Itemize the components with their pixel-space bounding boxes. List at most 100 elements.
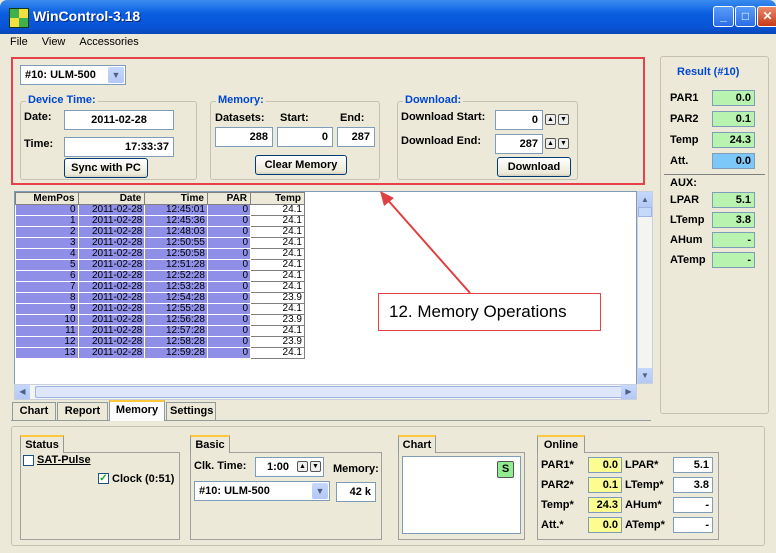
table-row[interactable]: 4 2011-02-28 12:50:58 0 24.1 <box>15 248 305 260</box>
horizontal-scroll-thumb[interactable] <box>35 386 635 398</box>
app-logo-icon <box>9 8 29 28</box>
memory-start-field[interactable]: 0 <box>277 127 333 147</box>
tab-report[interactable]: Report <box>57 402 108 420</box>
memory-end-field[interactable]: 287 <box>337 127 375 147</box>
table-cell: 12:50:58 <box>144 248 208 260</box>
result-value: 0.0 <box>712 153 755 169</box>
s-button[interactable]: S <box>497 461 514 478</box>
table-cell: 13 <box>15 347 79 359</box>
table-cell: 23.9 <box>250 336 305 348</box>
table-cell: 12:56:28 <box>144 314 208 326</box>
table-cell: 0 <box>207 226 252 238</box>
column-header[interactable]: MemPos <box>15 192 79 205</box>
table-row[interactable]: 11 2011-02-28 12:57:28 0 24.1 <box>15 325 305 337</box>
device-time-title: Device Time: <box>26 94 98 106</box>
result-title: Result (#10) <box>674 66 743 78</box>
table-row[interactable]: 7 2011-02-28 12:53:28 0 24.1 <box>15 281 305 293</box>
clock-checkbox[interactable]: ✓ <box>98 473 109 484</box>
time-field[interactable]: 17:33:37 <box>64 137 174 157</box>
basic-device-select[interactable]: #10: ULM-500 ▼ <box>194 481 330 501</box>
table-cell: 2011-02-28 <box>78 215 146 227</box>
table-cell: 2011-02-28 <box>78 325 146 337</box>
table-cell: 24.1 <box>250 281 305 293</box>
aux-item-label: AHum <box>670 234 703 246</box>
table-cell: 2011-02-28 <box>78 314 146 326</box>
close-button[interactable]: ✕ <box>757 6 776 27</box>
table-cell: 11 <box>15 325 79 337</box>
result-label: Att. <box>670 155 689 167</box>
online-value: - <box>673 517 713 533</box>
spin-up-icon[interactable]: ▲ <box>545 114 556 125</box>
table-cell: 0 <box>207 325 252 337</box>
spin-down-icon[interactable]: ▼ <box>558 138 569 149</box>
table-cell: 12:48:03 <box>144 226 208 238</box>
aux-item-value: - <box>712 232 755 248</box>
scroll-down-icon[interactable]: ▼ <box>638 368 652 383</box>
table-cell: 24.1 <box>250 325 305 337</box>
table-cell: 24.1 <box>250 303 305 315</box>
table-row[interactable]: 2 2011-02-28 12:48:03 0 24.1 <box>15 226 305 238</box>
table-row[interactable]: 3 2011-02-28 12:50:55 0 24.1 <box>15 237 305 249</box>
table-header-row: MemPos Date Time PAR Temp <box>15 192 305 205</box>
table-row[interactable]: 12 2011-02-28 12:58:28 0 23.9 <box>15 336 305 348</box>
column-header[interactable]: PAR <box>206 192 252 205</box>
clk-time-label: Clk. Time: <box>194 460 247 472</box>
table-cell: 3 <box>15 237 79 249</box>
menu-accessories[interactable]: Accessories <box>71 34 144 48</box>
tab-chart[interactable]: Chart <box>12 402 56 420</box>
table-cell: 12:59:28 <box>144 347 208 359</box>
tab-settings[interactable]: Settings <box>166 402 216 420</box>
spin-up-icon[interactable]: ▲ <box>297 461 308 472</box>
horizontal-scrollbar[interactable]: ◀ ▶ <box>14 384 637 400</box>
spin-down-icon[interactable]: ▼ <box>558 114 569 125</box>
download-end-field[interactable]: 287 <box>495 134 543 154</box>
spin-down-icon[interactable]: ▼ <box>310 461 321 472</box>
basic-tab[interactable]: Basic <box>190 435 230 453</box>
table-cell: 12:50:55 <box>144 237 208 249</box>
memory-label: Memory: <box>333 463 379 475</box>
download-title: Download: <box>403 94 464 106</box>
table-row[interactable]: 0 2011-02-28 12:45:01 0 24.1 <box>15 204 305 216</box>
scroll-right-icon[interactable]: ▶ <box>621 385 636 399</box>
table-row[interactable]: 10 2011-02-28 12:56:28 0 23.9 <box>15 314 305 326</box>
scroll-left-icon[interactable]: ◀ <box>15 385 30 399</box>
spin-up-icon[interactable]: ▲ <box>545 138 556 149</box>
start-label: Start: <box>280 112 309 124</box>
download-start-field[interactable]: 0 <box>495 110 543 130</box>
status-tab[interactable]: Status <box>20 435 64 453</box>
annotation-arrow <box>380 191 471 294</box>
scroll-thumb[interactable] <box>638 207 652 217</box>
table-cell: 0 <box>207 336 252 348</box>
column-header[interactable]: Time <box>144 192 208 205</box>
table-cell: 24.1 <box>250 347 305 359</box>
online-tab[interactable]: Online <box>537 435 585 453</box>
date-field[interactable]: 2011-02-28 <box>64 110 174 130</box>
clock-label: Clock (0:51) <box>112 473 175 485</box>
scroll-up-icon[interactable]: ▲ <box>638 192 652 207</box>
menu-file[interactable]: File <box>0 34 34 48</box>
maximize-button[interactable]: □ <box>735 6 756 27</box>
table-cell: 12:57:28 <box>144 325 208 337</box>
device-select[interactable]: #10: ULM-500 ▼ <box>20 65 126 85</box>
sat-pulse-checkbox[interactable] <box>23 455 34 466</box>
tab-memory[interactable]: Memory <box>109 400 165 421</box>
table-row[interactable]: 9 2011-02-28 12:55:28 0 24.1 <box>15 303 305 315</box>
column-header[interactable]: Temp <box>250 192 305 205</box>
clear-memory-button[interactable]: Clear Memory <box>255 155 347 175</box>
vertical-scrollbar[interactable]: ▲ ▼ <box>637 191 653 384</box>
chart-tab[interactable]: Chart <box>398 435 436 453</box>
table-cell: 2011-02-28 <box>78 204 146 216</box>
table-row[interactable]: 6 2011-02-28 12:52:28 0 24.1 <box>15 270 305 282</box>
table-cell: 0 <box>207 314 252 326</box>
download-button[interactable]: Download <box>497 157 571 177</box>
table-row[interactable]: 5 2011-02-28 12:51:28 0 24.1 <box>15 259 305 271</box>
table-row[interactable]: 13 2011-02-28 12:59:28 0 24.1 <box>15 347 305 359</box>
sync-with-pc-button[interactable]: Sync with PC <box>64 158 148 178</box>
table-cell: 2011-02-28 <box>78 237 146 249</box>
minimize-button[interactable]: _ <box>713 6 734 27</box>
column-header[interactable]: Date <box>77 192 146 205</box>
table-row[interactable]: 1 2011-02-28 12:45:36 0 24.1 <box>15 215 305 227</box>
table-cell: 23.9 <box>250 314 305 326</box>
table-row[interactable]: 8 2011-02-28 12:54:28 0 23.9 <box>15 292 305 304</box>
menu-view[interactable]: View <box>34 34 72 48</box>
